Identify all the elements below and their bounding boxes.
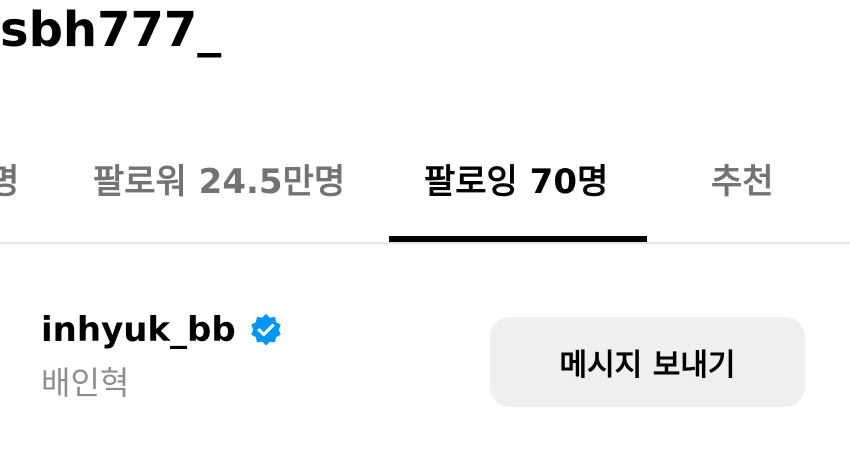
- verified-badge-icon: [250, 313, 281, 346]
- tab-suggested[interactable]: 추천: [711, 154, 774, 203]
- tab-following[interactable]: 팔로잉 70명: [424, 154, 608, 203]
- following-screen: sbh777_ 명 팔로워 24.5만명 팔로잉 70명 추천 inhyuk_b…: [0, 0, 850, 470]
- send-message-button[interactable]: 메시지 보내기: [490, 317, 805, 407]
- profile-username: sbh777_: [0, 2, 222, 58]
- list-item[interactable]: inhyuk_bb 배인혁 메시지 보내기: [0, 290, 850, 420]
- user-handle[interactable]: inhyuk_bb: [41, 310, 236, 350]
- user-handle-line: inhyuk_bb: [41, 310, 284, 350]
- user-full-name: 배인혁: [41, 364, 130, 402]
- tab-divider: [0, 242, 850, 244]
- follow-tabs: 명 팔로워 24.5만명 팔로잉 70명 추천: [0, 120, 850, 244]
- tab-followers[interactable]: 팔로워 24.5만명: [93, 154, 345, 203]
- tab-partial[interactable]: 명: [0, 154, 19, 203]
